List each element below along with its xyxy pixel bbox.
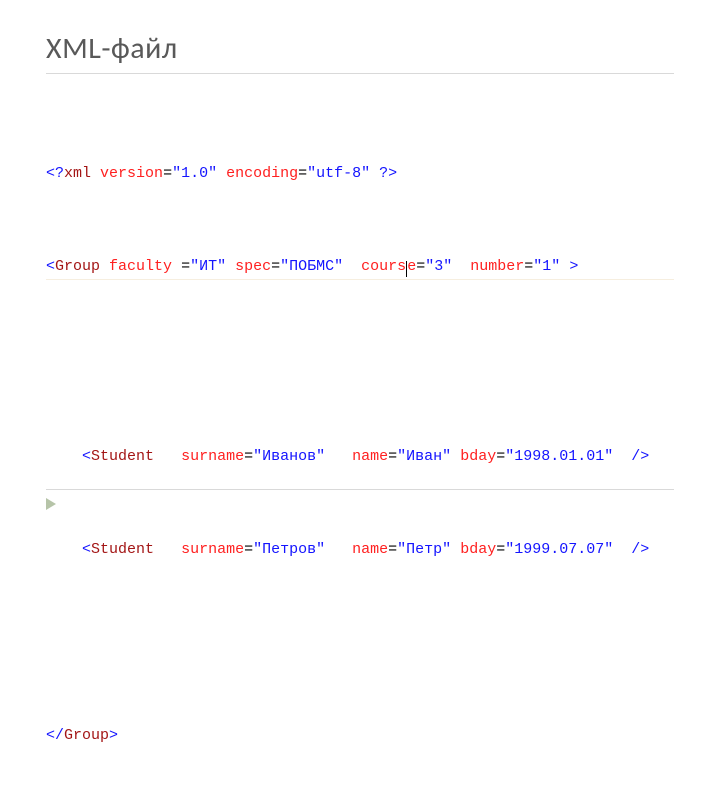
- val-bday-1: "1998.01.01": [505, 448, 613, 465]
- title-area: XML-файл: [46, 30, 674, 74]
- tag-xml: xml: [64, 165, 91, 182]
- code-line-blank: [46, 631, 674, 654]
- slide: XML-файл <?xml version="1.0" encoding="u…: [0, 0, 720, 540]
- attr-course-a: cours: [361, 258, 406, 275]
- code-line-student-1: <Student surname="Иванов" name="Иван" bd…: [46, 445, 674, 468]
- attr-version: version: [100, 165, 163, 182]
- code-line-student-2: <Student surname="Петров" name="Петр" bd…: [46, 538, 674, 561]
- code-line-group-open: <Group faculty ="ИТ" spec="ПОБМС" course…: [46, 255, 674, 280]
- val-surname-1: "Иванов": [253, 448, 325, 465]
- attr-spec: spec: [235, 258, 271, 275]
- attr-course-b: e: [407, 258, 416, 275]
- slide-footer: [46, 489, 674, 510]
- tag-student: Student: [91, 448, 154, 465]
- val-course: "3": [425, 258, 452, 275]
- page-title: XML-файл: [46, 30, 674, 67]
- tag-group: Group: [55, 258, 100, 275]
- val-spec: "ПОБМС": [280, 258, 343, 275]
- val-encoding: "utf-8": [307, 165, 370, 182]
- attr-bday: bday: [460, 448, 496, 465]
- tag-group-close: Group: [64, 727, 109, 744]
- attr-name: name: [352, 541, 388, 558]
- attr-surname: surname: [181, 448, 244, 465]
- val-name-1: "Иван": [397, 448, 451, 465]
- angle-close: ?>: [379, 165, 397, 182]
- attr-number: number: [470, 258, 524, 275]
- val-faculty: "ИТ": [190, 258, 226, 275]
- attr-bday: bday: [460, 541, 496, 558]
- angle-open: <?: [46, 165, 64, 182]
- code-line-group-close: </Group>: [46, 724, 674, 747]
- attr-faculty: faculty: [109, 258, 181, 275]
- attr-name: name: [352, 448, 388, 465]
- code-line-xml-decl: <?xml version="1.0" encoding="utf-8" ?>: [46, 162, 674, 185]
- val-surname-2: "Петров": [253, 541, 325, 558]
- attr-encoding: encoding: [226, 165, 298, 182]
- code-line-blank: [46, 352, 674, 375]
- val-version: "1.0": [172, 165, 217, 182]
- val-bday-2: "1999.07.07": [505, 541, 613, 558]
- val-name-2: "Петр": [397, 541, 451, 558]
- attr-surname: surname: [181, 541, 244, 558]
- tag-student: Student: [91, 541, 154, 558]
- val-number: "1": [533, 258, 560, 275]
- triangle-bullet-icon: [46, 498, 56, 510]
- xml-code-block: <?xml version="1.0" encoding="utf-8" ?> …: [46, 92, 674, 794]
- text-caret-icon: [406, 261, 407, 277]
